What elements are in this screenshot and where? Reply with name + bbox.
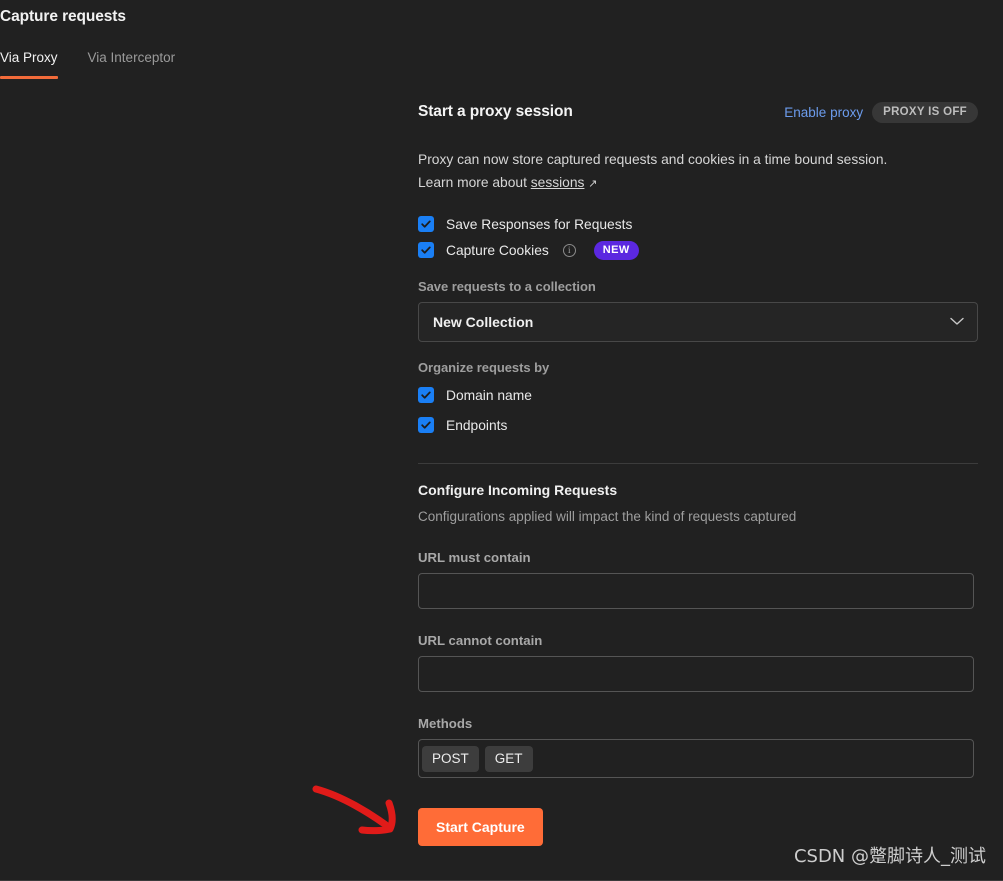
collection-select-value: New Collection [433, 314, 534, 330]
panel-description-line1: Proxy can now store captured requests an… [418, 152, 888, 167]
url-must-contain-input[interactable] [418, 573, 974, 609]
proxy-session-panel: Start a proxy session Enable proxy PROXY… [418, 100, 978, 846]
option-endpoints-label: Endpoints [446, 417, 508, 433]
option-save-responses[interactable]: Save Responses for Requests [418, 211, 978, 237]
section-divider [418, 463, 978, 464]
configure-subtitle: Configurations applied will impact the k… [418, 509, 797, 524]
option-endpoints[interactable]: Endpoints [418, 412, 978, 438]
checkbox-endpoints[interactable] [418, 417, 434, 433]
start-capture-button[interactable]: Start Capture [418, 808, 543, 846]
tab-bar: Via Proxy Via Interceptor [0, 50, 175, 79]
panel-header: Start a proxy session Enable proxy PROXY… [418, 100, 978, 124]
chevron-down-icon [950, 313, 964, 331]
organize-label: Organize requests by [418, 360, 550, 375]
panel-title: Start a proxy session [418, 103, 573, 120]
checkbox-save-responses[interactable] [418, 216, 434, 232]
option-save-responses-label: Save Responses for Requests [446, 216, 633, 232]
checkbox-capture-cookies[interactable] [418, 242, 434, 258]
new-badge: NEW [593, 240, 639, 260]
panel-description: Proxy can now store captured requests an… [418, 148, 966, 196]
external-link-icon: ↗ [588, 178, 598, 190]
watermark: CSDN @蹩脚诗人_测试 [793, 846, 986, 867]
tab-via-proxy[interactable]: Via Proxy [0, 50, 58, 79]
enable-proxy-link[interactable]: Enable proxy [784, 105, 863, 120]
url-cannot-contain-input[interactable] [418, 656, 974, 692]
option-capture-cookies-label: Capture Cookies [446, 242, 549, 258]
capture-requests-screen: Capture requests Via Proxy Via Intercept… [0, 0, 1003, 881]
tab-via-proxy-label: Via Proxy [0, 50, 58, 65]
option-domain-name-label: Domain name [446, 387, 532, 403]
panel-header-actions: Enable proxy PROXY IS OFF [784, 101, 978, 123]
page-title: Capture requests [0, 8, 126, 25]
url-cannot-contain-label: URL cannot contain [418, 633, 543, 648]
option-capture-cookies[interactable]: Capture Cookies i NEW [418, 237, 978, 263]
info-icon[interactable]: i [562, 243, 576, 257]
panel-description-line2-prefix: Learn more about [418, 175, 531, 190]
method-chip-get[interactable]: GET [484, 745, 533, 772]
checkbox-domain-name[interactable] [418, 387, 434, 403]
tab-via-interceptor-label: Via Interceptor [87, 50, 176, 65]
organize-options-list: Domain name Endpoints [418, 382, 978, 438]
methods-label: Methods [418, 716, 473, 731]
sessions-link[interactable]: sessions [531, 175, 585, 190]
tab-via-interceptor[interactable]: Via Interceptor [88, 50, 176, 79]
methods-field[interactable]: POST GET [418, 739, 974, 778]
collection-label: Save requests to a collection [418, 279, 596, 294]
method-chip-post[interactable]: POST [422, 745, 479, 772]
url-must-contain-label: URL must contain [418, 550, 531, 565]
configure-title: Configure Incoming Requests [418, 482, 618, 498]
annotation-arrow [312, 783, 408, 844]
option-domain-name[interactable]: Domain name [418, 382, 978, 408]
session-options-list: Save Responses for Requests Capture Cook… [418, 211, 978, 263]
proxy-status-badge: PROXY IS OFF [872, 101, 978, 123]
collection-select[interactable]: New Collection [418, 302, 978, 342]
